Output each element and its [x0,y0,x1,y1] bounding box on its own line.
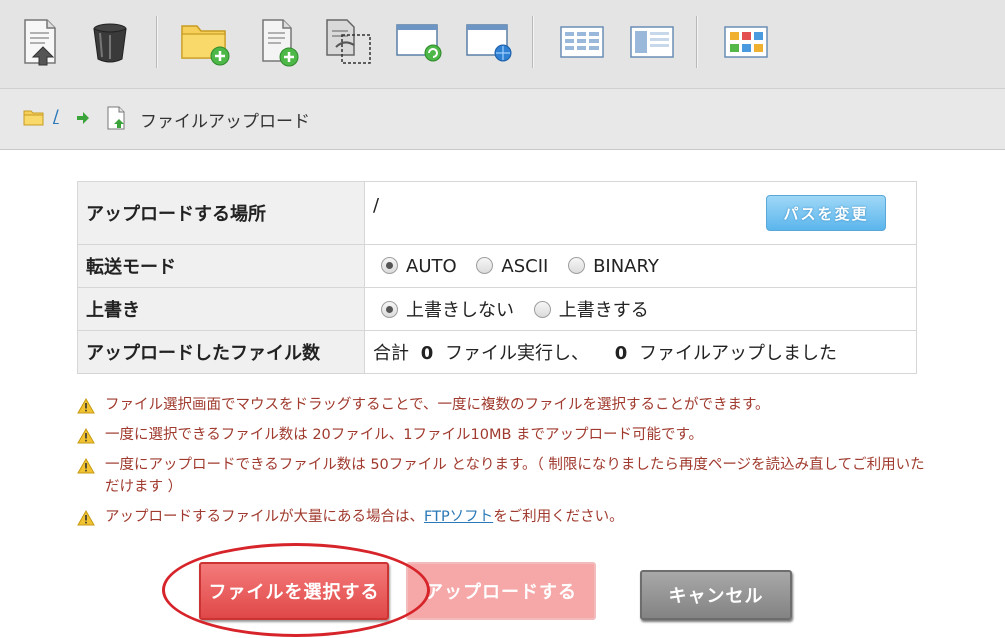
uploaded-count-cell: 合計 0 ファイル実行し、 0 ファイルアップしました [364,330,917,374]
table-row: アップロードしたファイル数 合計 0 ファイル実行し、 0 ファイルアップしまし… [77,330,917,374]
notes-list: ファイル選択画面でマウスをドラッグすることで、一度に複数のファイルを選択すること… [77,394,927,536]
detail-view-button[interactable] [624,14,680,70]
uploaded-count-label: アップロードしたファイル数 [77,330,365,374]
overwrite-no-radio[interactable] [381,301,398,318]
window-web-icon [466,24,512,62]
window-refresh-button[interactable] [390,14,446,70]
select-file-button[interactable]: ファイルを選択する [199,562,389,620]
folder-icon[interactable] [23,109,45,127]
new-folder-button[interactable] [178,14,234,70]
overwrite-label: 上書き [77,287,365,331]
breadcrumb-root-link[interactable]: / [53,107,59,127]
upload-file-icon [24,19,56,66]
executed-count: 0 [420,343,434,364]
transfer-mode-cell: AUTO ASCII BINARY [364,244,917,288]
location-label: アップロードする場所 [77,181,365,245]
delete-button[interactable] [82,14,138,70]
detail-view-icon [630,26,674,58]
count-prefix: 合計 [373,343,409,364]
upload-file-button[interactable] [12,14,68,70]
window-web-button[interactable] [460,14,516,70]
mode-binary-radio[interactable] [568,256,586,274]
change-path-button[interactable]: パスを変更 [766,195,886,231]
warning-icon [77,458,95,474]
mode-binary-label[interactable]: BINARY [593,256,659,277]
tile-view-icon [724,26,768,58]
overwrite-yes-radio[interactable] [533,301,551,318]
table-row: 上書き 上書きしない 上書きする [77,287,917,331]
note-text: ファイル選択画面でマウスをドラッグすることで、一度に複数のファイルを選択すること… [105,397,770,413]
copy-file-icon [326,19,371,64]
overwrite-no-label[interactable]: 上書きしない [406,300,514,321]
list-item: 一度にアップロードできるファイル数は 50ファイル となります。（ 制限になりま… [77,454,927,498]
ftp-software-link[interactable]: FTPソフト [424,509,493,525]
count-suffix: ファイルアップしました [639,343,837,364]
transfer-mode-label: 転送モード [77,244,365,288]
tile-view-button[interactable] [718,14,774,70]
toolbar [0,0,1005,89]
list-item: 一度に選択できるファイル数は 20ファイル、1ファイル10MB までアップロード… [77,424,927,446]
overwrite-cell: 上書きしない 上書きする [364,287,917,331]
window-refresh-icon [396,24,442,62]
uploaded-count: 0 [614,343,628,364]
note-text: 一度にアップロードできるファイル数は 50ファイル となります。（ 制限になりま… [105,457,925,495]
list-view-icon [560,26,604,58]
note-text: アップロードするファイルが大量にある場合は、 [105,509,424,525]
mode-auto-radio[interactable] [381,256,398,274]
breadcrumb: / ファイルアップロード [0,89,1005,150]
count-mid: ファイル実行し、 [445,343,589,364]
list-item: アップロードするファイルが大量にある場合は、FTPソフトをご利用ください。 [77,506,927,528]
breadcrumb-current: ファイルアップロード [140,112,310,132]
new-folder-icon [181,25,230,66]
cancel-button[interactable]: キャンセル [640,570,792,620]
list-item: ファイル選択画面でマウスをドラッグすることで、一度に複数のファイルを選択すること… [77,394,927,416]
trash-icon [93,23,127,63]
note-text: をご利用ください。 [493,509,624,525]
location-cell: / パスを変更 [364,181,917,245]
table-row: 転送モード AUTO ASCII BINARY [77,244,917,288]
mode-auto-label[interactable]: AUTO [406,256,457,277]
overwrite-yes-label[interactable]: 上書きする [559,300,649,321]
new-file-icon [262,19,299,67]
location-value: / [373,195,380,216]
warning-icon [77,428,95,444]
warning-icon [77,398,95,414]
upload-button[interactable]: アップロードする [406,562,596,620]
mode-ascii-radio[interactable] [476,256,494,274]
note-text: 一度に選択できるファイル数は 20ファイル、1ファイル10MB までアップロード… [105,427,704,443]
new-file-button[interactable] [250,14,306,70]
upload-page-icon [107,106,125,130]
table-row: アップロードする場所 / パスを変更 [77,181,917,245]
arrow-right-icon [77,112,89,124]
upload-settings-table: アップロードする場所 / パスを変更 転送モード AUTO ASCII BINA… [77,181,917,374]
copy-file-button[interactable] [320,14,376,70]
warning-icon [77,510,95,526]
mode-ascii-label[interactable]: ASCII [501,256,548,277]
list-view-button[interactable] [554,14,610,70]
